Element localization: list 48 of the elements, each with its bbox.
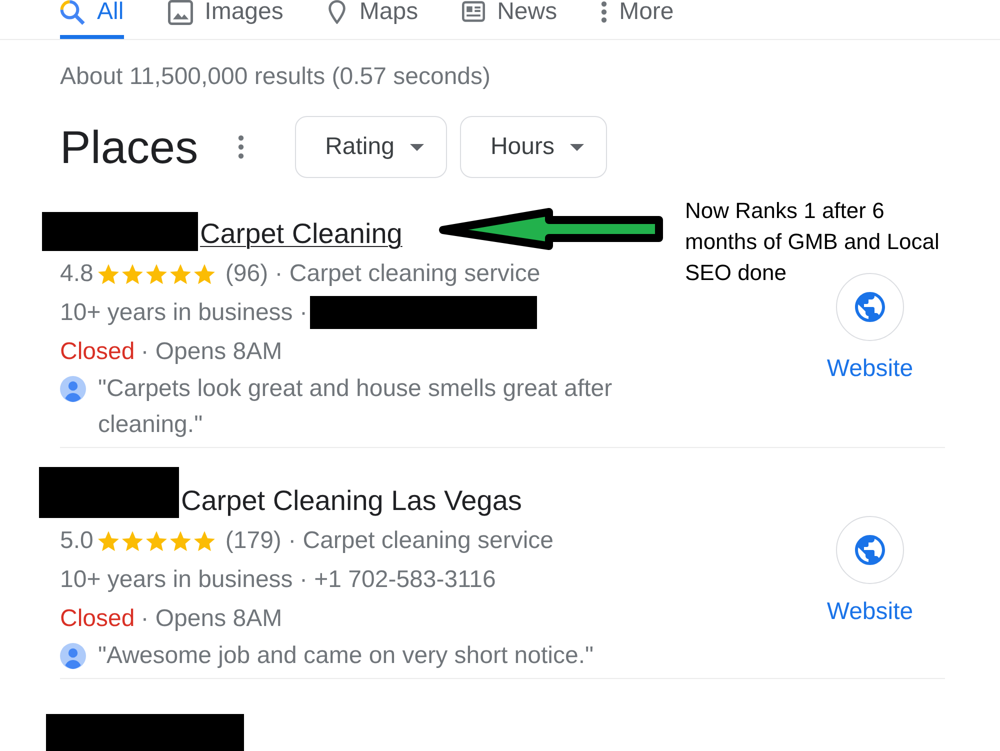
search-icon	[60, 0, 85, 25]
result-stats: About 11,500,000 results (0.57 seconds)	[60, 63, 490, 91]
opening-hours: · Opens 8AM	[140, 604, 282, 634]
review-snippet: "Carpets look great and house smells great after cleaning."	[98, 374, 614, 440]
open-status: Closed	[60, 337, 135, 367]
star-icon	[146, 530, 168, 550]
rating-value: 5.0	[60, 526, 94, 556]
vertical-dots-icon	[601, 0, 608, 24]
star-icon	[146, 264, 168, 284]
globe-icon	[855, 292, 885, 322]
globe-icon	[855, 534, 885, 564]
opening-hours: · Opens 8AM	[140, 337, 282, 367]
business-name-link[interactable]: Carpet Cleaning Las Vegas	[181, 483, 522, 518]
review-count-and-category: (179) · Carpet cleaning service	[225, 526, 554, 556]
tab[interactable]: Maps	[327, 0, 418, 39]
star-icon	[122, 530, 144, 550]
star-icon	[122, 264, 144, 284]
business-info: 10+ years in business · +1 702-583-3116	[60, 565, 496, 595]
business-info: 10+ years in business ·	[60, 298, 308, 328]
tab[interactable]: Images	[168, 0, 284, 39]
review-count-and-category: (96) · Carpet cleaning service	[225, 259, 540, 289]
newspaper-icon	[462, 0, 486, 23]
caret-down-icon	[410, 144, 424, 150]
star-icon	[98, 264, 120, 284]
person-avatar-icon	[60, 376, 86, 402]
person-avatar-icon	[60, 643, 86, 669]
tab[interactable]: All	[60, 0, 124, 39]
open-status: Closed	[60, 604, 135, 634]
tab[interactable]: News	[462, 0, 558, 39]
website-link[interactable]: Website	[826, 598, 914, 626]
image-icon	[168, 0, 193, 25]
business-name-link[interactable]: Carpet Cleaning	[200, 216, 402, 251]
filter-dropdown-button[interactable]: Rating	[295, 116, 448, 178]
vertical-dots-icon[interactable]	[238, 135, 244, 159]
star-icon	[170, 264, 192, 284]
map-pin-icon	[327, 0, 348, 24]
review-snippet: "Awesome job and came on very short notice."	[98, 641, 595, 671]
filter-dropdown-button[interactable]: Hours	[460, 116, 608, 178]
star-icon	[98, 530, 120, 550]
rating-value: 4.8	[60, 259, 94, 289]
section-heading: Places	[60, 120, 198, 174]
website-link[interactable]: Website	[826, 354, 914, 382]
star-icon	[194, 530, 216, 550]
star-icon	[170, 530, 192, 550]
annotation-text: Now Ranks 1 after 6 months of GMB and Local SEO done	[685, 197, 940, 287]
caret-down-icon	[570, 144, 584, 150]
star-icon	[194, 264, 216, 284]
tab[interactable]: More	[601, 0, 674, 39]
